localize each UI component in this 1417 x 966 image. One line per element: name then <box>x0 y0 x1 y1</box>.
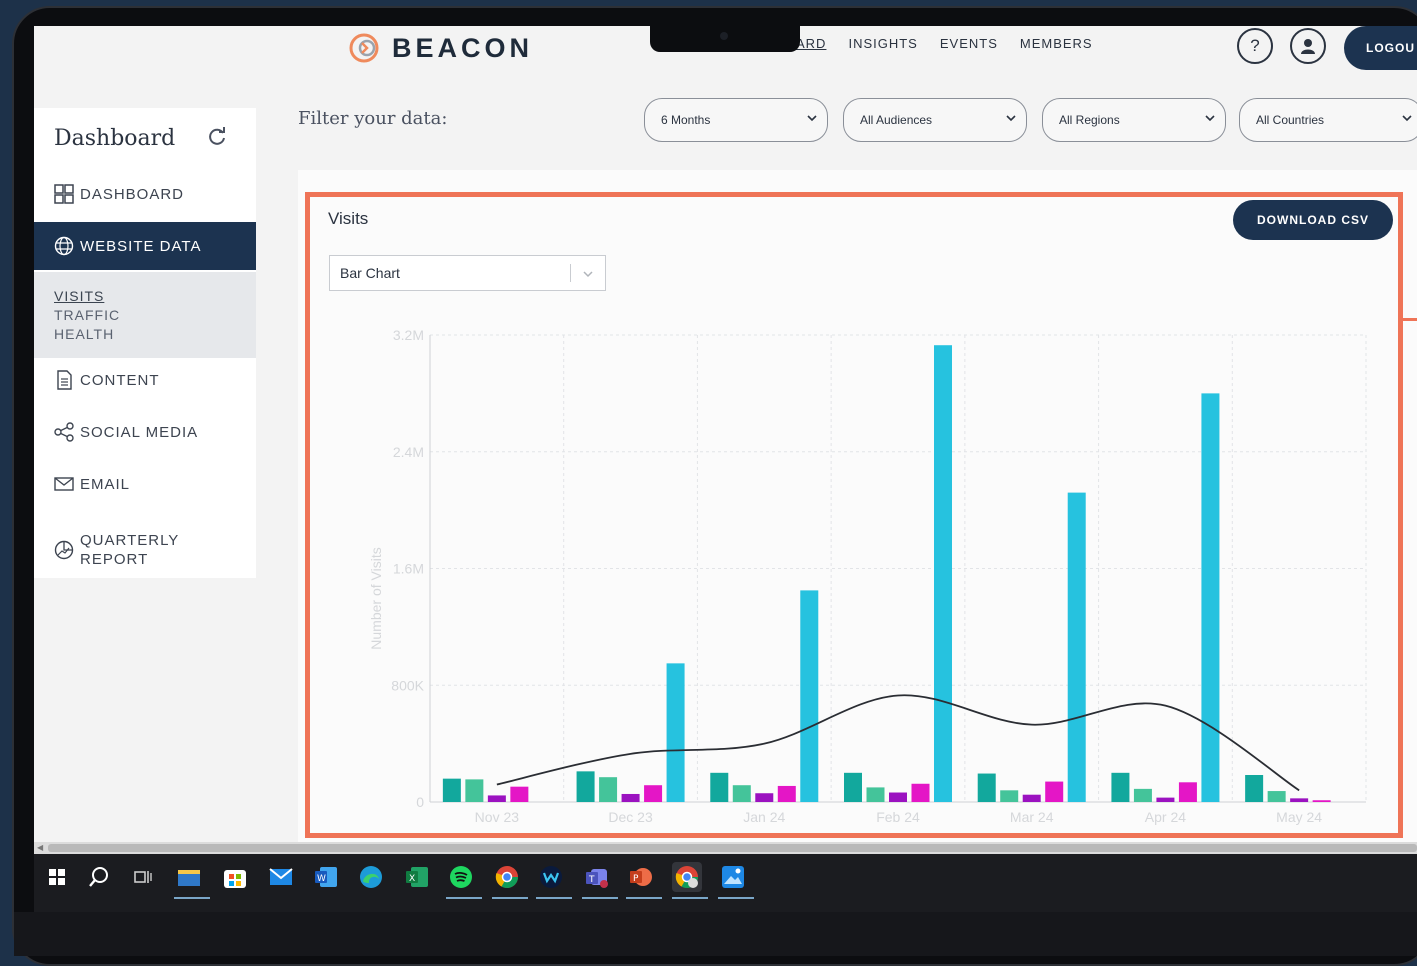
country-value: All Countries <box>1256 113 1325 127</box>
refresh-icon[interactable] <box>206 126 228 148</box>
nav-dashboard[interactable]: ARD <box>796 36 826 51</box>
edge-icon[interactable] <box>356 862 386 892</box>
sidebar: Dashboard DASHBOARD WEBSITE DATA VISITS … <box>34 108 256 578</box>
search-icon[interactable] <box>84 862 114 892</box>
powerpoint-icon[interactable]: P <box>626 862 662 899</box>
teams-icon[interactable]: T <box>582 862 618 899</box>
globe-icon <box>54 236 74 256</box>
subitem-health[interactable]: HEALTH <box>54 326 114 342</box>
period-select[interactable]: 6 Months <box>644 98 828 142</box>
logout-label: LOGOU <box>1366 41 1415 55</box>
highlight-frame-tab <box>1403 318 1417 321</box>
sidebar-item-content[interactable]: CONTENT <box>34 356 256 404</box>
subitem-visits[interactable]: VISITS <box>54 288 104 304</box>
region-value: All Regions <box>1059 113 1120 127</box>
nav-events[interactable]: EVENTS <box>940 36 998 51</box>
sidebar-title: Dashboard <box>54 126 176 151</box>
webex-icon[interactable] <box>536 862 572 899</box>
svg-text:P: P <box>633 874 639 884</box>
region-select[interactable]: All Regions <box>1042 98 1226 142</box>
sidebar-item-dashboard[interactable]: DASHBOARD <box>34 170 256 218</box>
subitem-traffic[interactable]: TRAFFIC <box>54 307 120 323</box>
country-select[interactable]: All Countries <box>1239 98 1417 142</box>
sidebar-item-email[interactable]: EMAIL <box>34 460 256 508</box>
sidebar-item-label: WEBSITE DATA <box>80 237 202 255</box>
grid-icon <box>54 184 74 204</box>
user-icon <box>1301 39 1315 54</box>
sidebar-item-label: QUARTERLY REPORT <box>80 532 180 568</box>
svg-text:W: W <box>317 874 326 884</box>
chevron-down-icon <box>807 115 817 122</box>
photos-icon[interactable] <box>718 862 754 899</box>
windows-taskbar: W X T P <box>34 854 1417 912</box>
nav-insights[interactable]: INSIGHTS <box>848 36 917 51</box>
sidebar-item-label: SOCIAL MEDIA <box>80 423 199 441</box>
scroll-left-icon[interactable]: ◀ <box>37 843 43 852</box>
chrome-icon[interactable] <box>492 862 528 899</box>
period-value: 6 Months <box>661 113 711 127</box>
user-button[interactable] <box>1290 28 1326 64</box>
windows-start-icon[interactable] <box>42 862 72 892</box>
envelope-icon <box>54 477 74 491</box>
sidebar-item-label: DASHBOARD <box>80 185 185 203</box>
audience-value: All Audiences <box>860 113 933 127</box>
svg-text:T: T <box>588 875 595 885</box>
chart-globe-icon <box>54 540 74 560</box>
chevron-down-icon <box>1402 115 1412 122</box>
excel-icon[interactable]: X <box>402 862 432 892</box>
sidebar-item-label: EMAIL <box>80 475 131 493</box>
scrollbar-thumb[interactable] <box>48 844 1417 852</box>
horizontal-scrollbar[interactable]: ◀ <box>34 842 1417 854</box>
sidebar-item-label: CONTENT <box>80 371 160 389</box>
document-icon <box>57 370 72 390</box>
filter-label: Filter your data: <box>298 108 448 129</box>
laptop-chin <box>14 912 1417 956</box>
camera <box>720 32 728 40</box>
help-button[interactable]: ? <box>1237 28 1273 64</box>
svg-text:X: X <box>409 874 415 884</box>
task-view-icon[interactable] <box>128 862 158 892</box>
sidebar-item-social-media[interactable]: SOCIAL MEDIA <box>34 408 256 456</box>
camera-notch <box>650 24 800 52</box>
beacon-logo-icon <box>349 33 379 63</box>
highlight-frame <box>305 192 1403 838</box>
website-data-submenu: VISITS TRAFFIC HEALTH <box>34 272 256 358</box>
nav-members[interactable]: MEMBERS <box>1020 36 1093 51</box>
logout-button[interactable]: LOGOU <box>1344 26 1417 70</box>
sidebar-item-quarterly-report[interactable]: QUARTERLY REPORT <box>34 520 256 580</box>
store-icon[interactable] <box>220 862 250 892</box>
chrome-profile-icon[interactable] <box>672 862 708 899</box>
audience-select[interactable]: All Audiences <box>843 98 1027 142</box>
mail-icon[interactable] <box>266 862 296 892</box>
chevron-down-icon <box>1205 115 1215 122</box>
share-icon <box>54 422 74 442</box>
file-explorer-icon[interactable] <box>174 862 210 899</box>
chevron-down-icon <box>1006 115 1016 122</box>
help-icon: ? <box>1250 36 1260 55</box>
sidebar-item-website-data[interactable]: WEBSITE DATA <box>34 222 256 270</box>
top-navigation: ARD INSIGHTS EVENTS MEMBERS <box>796 36 1093 51</box>
word-icon[interactable]: W <box>311 862 341 892</box>
spotify-icon[interactable] <box>446 862 482 899</box>
beacon-logo[interactable]: BEACON <box>348 30 533 66</box>
brand-name: BEACON <box>392 32 534 63</box>
